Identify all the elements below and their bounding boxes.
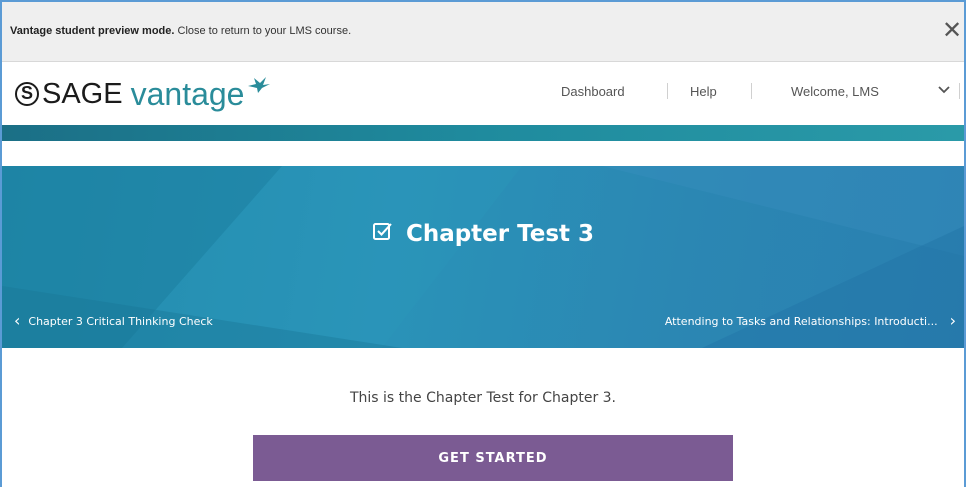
nav-divider — [959, 83, 960, 99]
prev-item-link[interactable]: ‹ Chapter 3 Critical Thinking Check — [14, 313, 213, 329]
prev-item-label: Chapter 3 Critical Thinking Check — [28, 314, 213, 328]
next-item-link[interactable]: Attending to Tasks and Relationships: In… — [665, 313, 956, 329]
logo-vantage-text: vantage — [130, 75, 245, 112]
preview-mode-text: Close to return to your LMS course. — [174, 25, 352, 37]
nav-divider — [667, 83, 668, 99]
chevron-right-icon: › — [949, 311, 956, 330]
close-icon[interactable]: ✕ — [939, 17, 965, 43]
logo-sage-text: SAGE — [42, 77, 123, 110]
chapter-test-intro: This is the Chapter Test for Chapter 3. — [349, 390, 617, 406]
page-title-text: Chapter Test 3 — [405, 221, 595, 247]
teal-accent-strip — [2, 125, 964, 141]
nav-dashboard[interactable]: Dashboard — [561, 84, 625, 99]
preview-mode-bold: Vantage student preview mode. — [10, 25, 175, 37]
get-started-button[interactable]: GET STARTED — [253, 435, 733, 481]
sage-vantage-logo[interactable]: S SAGE vantage — [15, 74, 272, 114]
page-title: Chapter Test 3 — [2, 220, 964, 248]
preview-mode-bar: Vantage student preview mode. Close to r… — [2, 2, 964, 62]
nav-help[interactable]: Help — [690, 84, 717, 99]
nav-welcome[interactable]: Welcome, LMS — [791, 84, 879, 99]
bird-logo-icon — [246, 76, 272, 99]
chapter-hero-banner: Chapter Test 3 ‹ Chapter 3 Critical Thin… — [2, 166, 964, 348]
logo-s-mark: S — [15, 82, 39, 106]
next-item-label: Attending to Tasks and Relationships: In… — [664, 314, 938, 328]
logo-sage: S SAGE — [15, 78, 123, 111]
nav-divider — [751, 83, 752, 99]
chevron-left-icon: ‹ — [14, 311, 21, 330]
preview-mode-message: Vantage student preview mode. Close to r… — [10, 25, 351, 37]
main-content: This is the Chapter Test for Chapter 3. … — [2, 348, 964, 487]
site-header: S SAGE vantage Dashboard Help Welcome, L… — [2, 63, 964, 125]
chevron-down-icon[interactable] — [936, 81, 952, 97]
checkbox-icon — [372, 220, 394, 248]
